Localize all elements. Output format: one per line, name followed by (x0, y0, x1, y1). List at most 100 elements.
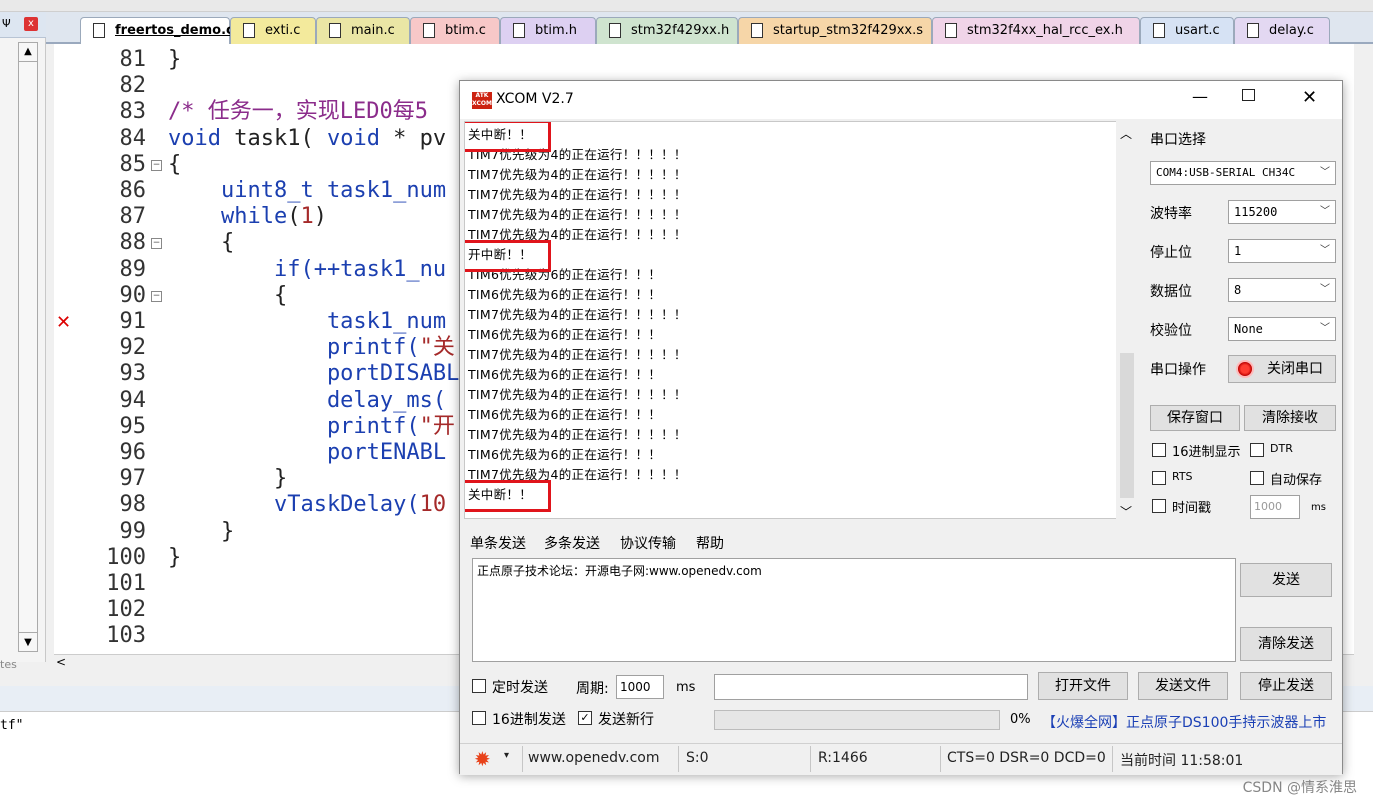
clear-send-label: 清除发送 (1258, 636, 1314, 652)
code-line: { (168, 283, 287, 309)
receive-line: TIM7优先级为4的正在运行！！！！！ (468, 347, 687, 362)
tab-label: usart.c (1175, 23, 1220, 38)
hex-send-checkbox[interactable] (472, 711, 486, 725)
project-panel-scrollbar[interactable] (18, 42, 38, 652)
receive-line: TIM6优先级为6的正在运行！！！ (468, 327, 662, 342)
tab-multi-send[interactable]: 多条发送 (544, 533, 600, 553)
line-number: 82 (119, 73, 147, 99)
scroll-down-icon[interactable]: ﹀ (1120, 503, 1132, 520)
timestamp-checkbox[interactable] (1152, 499, 1166, 513)
code-token: /* 任务一，实现LED0每5 (168, 99, 428, 125)
code-token: 10 (419, 492, 447, 518)
watermark: CSDN @情系淮思 (1242, 780, 1357, 796)
clear-send-button[interactable]: 清除发送 (1240, 627, 1332, 661)
ad-link[interactable]: 【火爆全网】正点原子DS100手持示波器上市 (1042, 712, 1326, 732)
code-token: ) (313, 204, 327, 230)
panel-tab-label[interactable]: tes (0, 658, 17, 671)
file-path-input[interactable] (714, 674, 1028, 700)
chevron-down-icon[interactable]: ▾ (504, 750, 509, 761)
receive-line: TIM6优先级为6的正在运行！！！ (468, 407, 662, 422)
scroll-left-icon[interactable]: < (56, 655, 66, 669)
fold-toggle-icon[interactable]: − (151, 238, 162, 250)
fold-toggle-icon[interactable]: − (151, 290, 162, 302)
code-line: void task1( void * pv (168, 126, 446, 152)
stop-select[interactable]: 1 ﹀ (1228, 239, 1336, 263)
status-divider (522, 746, 523, 772)
line-number: 88 (119, 230, 147, 256)
data-select[interactable]: 8 ﹀ (1228, 278, 1336, 302)
tab-freertos-demo-c[interactable]: freertos_demo.c (80, 17, 234, 44)
timed-send-checkbox[interactable] (472, 679, 486, 693)
tab-hal-rcc-ex[interactable]: stm32f4xx_hal_rcc_ex.h (932, 17, 1140, 44)
line-number: 96 (119, 440, 147, 465)
line-number: 97 (119, 466, 147, 492)
tab-startup[interactable]: startup_stm32f429xx.s (738, 17, 932, 44)
save-window-button[interactable]: 保存窗口 (1150, 405, 1240, 431)
scroll-up-icon[interactable]: ▲ (18, 42, 38, 62)
code-token: if(++task1_nu (168, 256, 447, 282)
send-newline-checkbox[interactable]: ✓ (578, 711, 592, 725)
tab-main-c[interactable]: main.c (316, 17, 410, 44)
line-number: 89 (119, 256, 147, 282)
code-token: while (220, 204, 288, 230)
maximize-icon[interactable] (1242, 89, 1255, 101)
code-token: vTaskDelay( (168, 492, 420, 518)
status-divider (1112, 746, 1113, 772)
tab-help[interactable]: 帮助 (696, 533, 724, 553)
line-number: 101 (106, 571, 146, 596)
period-input[interactable]: 1000 (616, 675, 664, 699)
timestamp-input[interactable]: 1000 (1250, 495, 1300, 519)
tab-btim-c[interactable]: btim.c (410, 17, 500, 44)
tab-single-send[interactable]: 单条发送 (470, 533, 526, 553)
pin-icon[interactable]: Ψ (2, 17, 11, 30)
file-icon (93, 23, 105, 38)
line-number: 100 (106, 544, 146, 570)
status-url[interactable]: www.openedv.com (528, 750, 660, 766)
baud-select[interactable]: 115200 ﹀ (1228, 200, 1336, 224)
parity-select[interactable]: None ﹀ (1228, 317, 1336, 341)
port-select[interactable]: COM4:USB-SERIAL CH34C ﹀ (1150, 161, 1336, 185)
gear-icon[interactable]: ✹ (474, 747, 491, 771)
code-line: printf("开 (168, 414, 455, 440)
error-icon: ✕ (56, 312, 72, 333)
status-divider (678, 746, 679, 772)
tab-btim-h[interactable]: btim.h (500, 17, 596, 44)
highlight-box (465, 122, 551, 152)
send-textarea[interactable]: 正点原子技术论坛：开源电子网:www.openedv.com (472, 558, 1236, 662)
project-panel: Ψ x ▲ ▼ tes (0, 12, 46, 671)
tab-usart-c[interactable]: usart.c (1140, 17, 1234, 44)
baud-label: 波特率 (1150, 206, 1192, 222)
tab-stm32f429xx-h[interactable]: stm32f429xx.h (596, 17, 738, 44)
tab-delay-c[interactable]: delay.c (1234, 17, 1330, 44)
highlight-box (465, 480, 551, 512)
send-button[interactable]: 发送 (1240, 563, 1332, 597)
clear-receive-button[interactable]: 清除接收 (1244, 405, 1336, 431)
code-line: { (168, 230, 234, 256)
hex-display-checkbox[interactable] (1152, 443, 1166, 457)
fold-toggle-icon[interactable]: − (151, 159, 162, 171)
close-icon[interactable]: x (24, 17, 38, 31)
tab-exti-c[interactable]: exti.c (230, 17, 316, 44)
scroll-down-icon[interactable]: ▼ (18, 632, 38, 652)
code-line: uint8_t task1_num (168, 178, 446, 204)
scrollbar-thumb[interactable] (1120, 353, 1134, 498)
data-value: 8 (1234, 283, 1242, 297)
scroll-up-icon[interactable]: ︿ (1120, 125, 1132, 142)
send-scrollbar[interactable] (1216, 559, 1235, 661)
stop-send-label: 停止发送 (1258, 678, 1314, 694)
send-file-button[interactable]: 发送文件 (1138, 672, 1228, 700)
open-file-button[interactable]: 打开文件 (1038, 672, 1128, 700)
auto-save-checkbox[interactable] (1250, 471, 1264, 485)
rts-checkbox[interactable] (1152, 471, 1166, 485)
receive-area[interactable]: 关中断！！ TIM7优先级为4的正在运行！！！！！ TIM7优先级为4的正在运行！！… (464, 121, 1138, 519)
close-window-icon[interactable]: ✕ (1302, 87, 1317, 108)
code-token: * pv (379, 125, 447, 151)
chevron-down-icon: ﹀ (1320, 167, 1330, 178)
minimize-icon[interactable]: — (1188, 87, 1212, 106)
window-title: XCOM V2.7 (496, 91, 574, 107)
tab-protocol[interactable]: 协议传输 (620, 533, 676, 553)
dtr-checkbox[interactable] (1250, 443, 1264, 457)
line-number: 87 (119, 204, 147, 230)
stop-send-button[interactable]: 停止发送 (1240, 672, 1332, 700)
build-output-text: tf" (0, 718, 24, 733)
